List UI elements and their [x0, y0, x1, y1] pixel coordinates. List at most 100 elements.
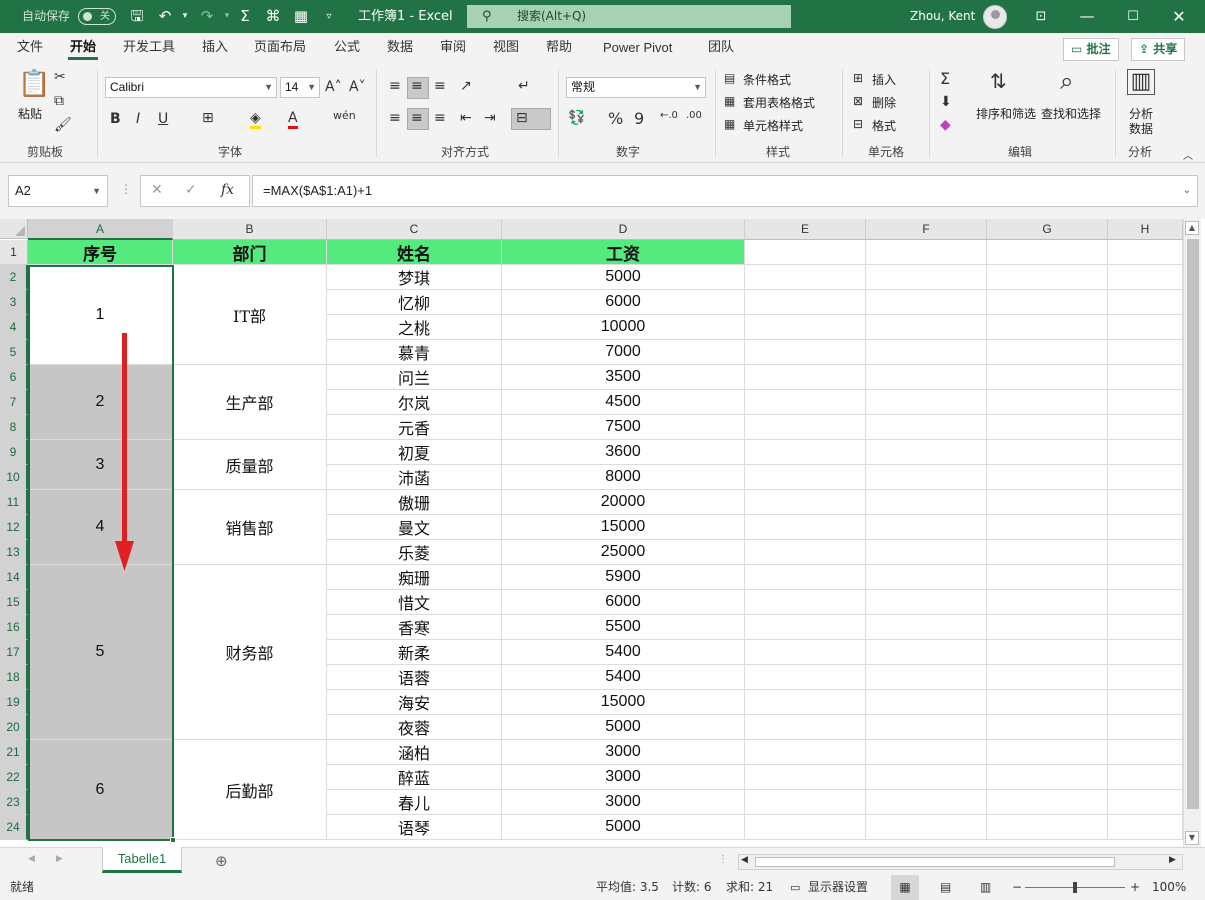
italic-icon[interactable]: I — [136, 111, 140, 127]
salary-cell[interactable]: 25000 — [502, 540, 745, 565]
scroll-down-icon[interactable]: ▼ — [1185, 831, 1199, 845]
salary-cell[interactable]: 20000 — [502, 490, 745, 515]
cell[interactable] — [987, 390, 1108, 415]
cell[interactable] — [987, 340, 1108, 365]
scroll-thumb[interactable] — [1187, 239, 1199, 809]
avatar[interactable] — [983, 5, 1007, 29]
dept-cell[interactable]: 销售部 — [173, 490, 327, 565]
cell[interactable] — [866, 640, 987, 665]
name-cell[interactable]: 语蓉 — [327, 665, 502, 690]
name-cell[interactable]: 春儿 — [327, 790, 502, 815]
tab-insert[interactable]: 插入 — [202, 33, 228, 63]
row-header-2[interactable]: 2 — [0, 265, 28, 290]
cell[interactable] — [987, 415, 1108, 440]
row-header-19[interactable]: 19 — [0, 690, 28, 715]
cell[interactable] — [987, 690, 1108, 715]
name-cell[interactable]: 问兰 — [327, 365, 502, 390]
cell[interactable] — [987, 815, 1108, 840]
minimize-icon[interactable]: — — [1064, 0, 1110, 33]
salary-cell[interactable]: 4500 — [502, 390, 745, 415]
merge-center-icon[interactable]: ⊟ — [516, 110, 528, 126]
cell[interactable] — [866, 365, 987, 390]
cell[interactable] — [1108, 490, 1183, 515]
conditional-format-button[interactable]: 条件格式 — [743, 71, 791, 88]
splitter-icon[interactable]: ⋮ — [718, 854, 728, 865]
name-cell[interactable]: 乐菱 — [327, 540, 502, 565]
row-header-11[interactable]: 11 — [0, 490, 28, 515]
name-cell[interactable]: 新柔 — [327, 640, 502, 665]
cell[interactable] — [866, 465, 987, 490]
cell[interactable] — [1108, 315, 1183, 340]
cell[interactable] — [745, 240, 866, 265]
autosum-icon[interactable]: Σ — [940, 69, 950, 88]
seq-cell[interactable]: 1 — [28, 265, 173, 365]
cell[interactable] — [745, 615, 866, 640]
column-header-b[interactable]: B — [173, 219, 327, 240]
cell[interactable] — [866, 315, 987, 340]
fill-icon[interactable]: ⬇ — [940, 94, 952, 110]
tab-data[interactable]: 数据 — [387, 33, 413, 63]
display-settings-button[interactable]: 显示器设置 — [808, 875, 868, 900]
status-average[interactable]: 平均值: 3.5 — [596, 875, 659, 900]
cell-styles-icon[interactable]: ▦ — [724, 117, 735, 131]
row-header-14[interactable]: 14 — [0, 565, 28, 590]
column-header-h[interactable]: H — [1108, 219, 1183, 240]
tab-page-layout[interactable]: 页面布局 — [254, 33, 306, 63]
cell[interactable] — [866, 715, 987, 740]
cell[interactable] — [1108, 440, 1183, 465]
cell[interactable] — [1108, 640, 1183, 665]
dept-cell[interactable]: 财务部 — [173, 565, 327, 740]
row-header-15[interactable]: 15 — [0, 590, 28, 615]
dept-cell[interactable]: 生产部 — [173, 365, 327, 440]
collapse-ribbon-icon[interactable]: ︿ — [1183, 147, 1193, 162]
font-color-icon[interactable]: A — [288, 110, 298, 129]
customize-qat-icon[interactable]: ▿ — [316, 0, 342, 33]
page-layout-view-icon[interactable]: ▤ — [940, 875, 951, 900]
name-cell[interactable]: 海安 — [327, 690, 502, 715]
cell[interactable] — [1108, 690, 1183, 715]
row-header-13[interactable]: 13 — [0, 540, 28, 565]
share-button[interactable]: ⇪ 共享 — [1131, 38, 1186, 61]
cell[interactable] — [987, 265, 1108, 290]
header-cell-dept[interactable]: 部门 — [173, 240, 327, 265]
dept-cell[interactable]: 质量部 — [173, 440, 327, 490]
name-cell[interactable]: 曼文 — [327, 515, 502, 540]
enter-icon[interactable]: ✓ — [185, 182, 197, 198]
comma-icon[interactable]: 9 — [634, 109, 644, 128]
tab-review[interactable]: 审阅 — [440, 33, 466, 63]
salary-cell[interactable]: 7000 — [502, 340, 745, 365]
cell[interactable] — [1108, 665, 1183, 690]
row-header-7[interactable]: 7 — [0, 390, 28, 415]
salary-cell[interactable]: 5500 — [502, 615, 745, 640]
cell[interactable] — [745, 640, 866, 665]
name-cell[interactable]: 傲珊 — [327, 490, 502, 515]
cell[interactable] — [745, 790, 866, 815]
normal-view-icon[interactable]: ▦ — [891, 875, 919, 900]
next-sheet-icon[interactable]: ▶ — [56, 854, 63, 864]
header-cell-salary[interactable]: 工资 — [502, 240, 745, 265]
cell[interactable] — [745, 440, 866, 465]
underline-icon[interactable]: U — [158, 111, 168, 127]
cell[interactable] — [745, 340, 866, 365]
cell[interactable] — [745, 690, 866, 715]
font-name-select[interactable]: Calibri ▼ — [105, 77, 277, 98]
decrease-decimal-icon[interactable]: .00 — [686, 110, 702, 121]
cell[interactable] — [866, 565, 987, 590]
wrap-text-icon[interactable]: ↵ — [518, 78, 530, 94]
cell[interactable] — [987, 540, 1108, 565]
cell[interactable] — [745, 490, 866, 515]
cell[interactable] — [866, 390, 987, 415]
decrease-font-icon[interactable]: A˅ — [349, 79, 366, 95]
cell[interactable] — [1108, 340, 1183, 365]
salary-cell[interactable]: 5000 — [502, 715, 745, 740]
maximize-icon[interactable]: ☐ — [1110, 0, 1156, 33]
horizontal-scrollbar[interactable]: ◀ ▶ — [738, 854, 1183, 870]
salary-cell[interactable]: 3000 — [502, 790, 745, 815]
cell[interactable] — [1108, 715, 1183, 740]
cell[interactable] — [987, 765, 1108, 790]
expand-formula-icon[interactable]: ⌄ — [1183, 176, 1191, 206]
name-cell[interactable]: 惜文 — [327, 590, 502, 615]
insert-function-icon[interactable]: fx — [221, 182, 234, 198]
tab-team[interactable]: 团队 — [708, 33, 734, 63]
cell[interactable] — [987, 240, 1108, 265]
